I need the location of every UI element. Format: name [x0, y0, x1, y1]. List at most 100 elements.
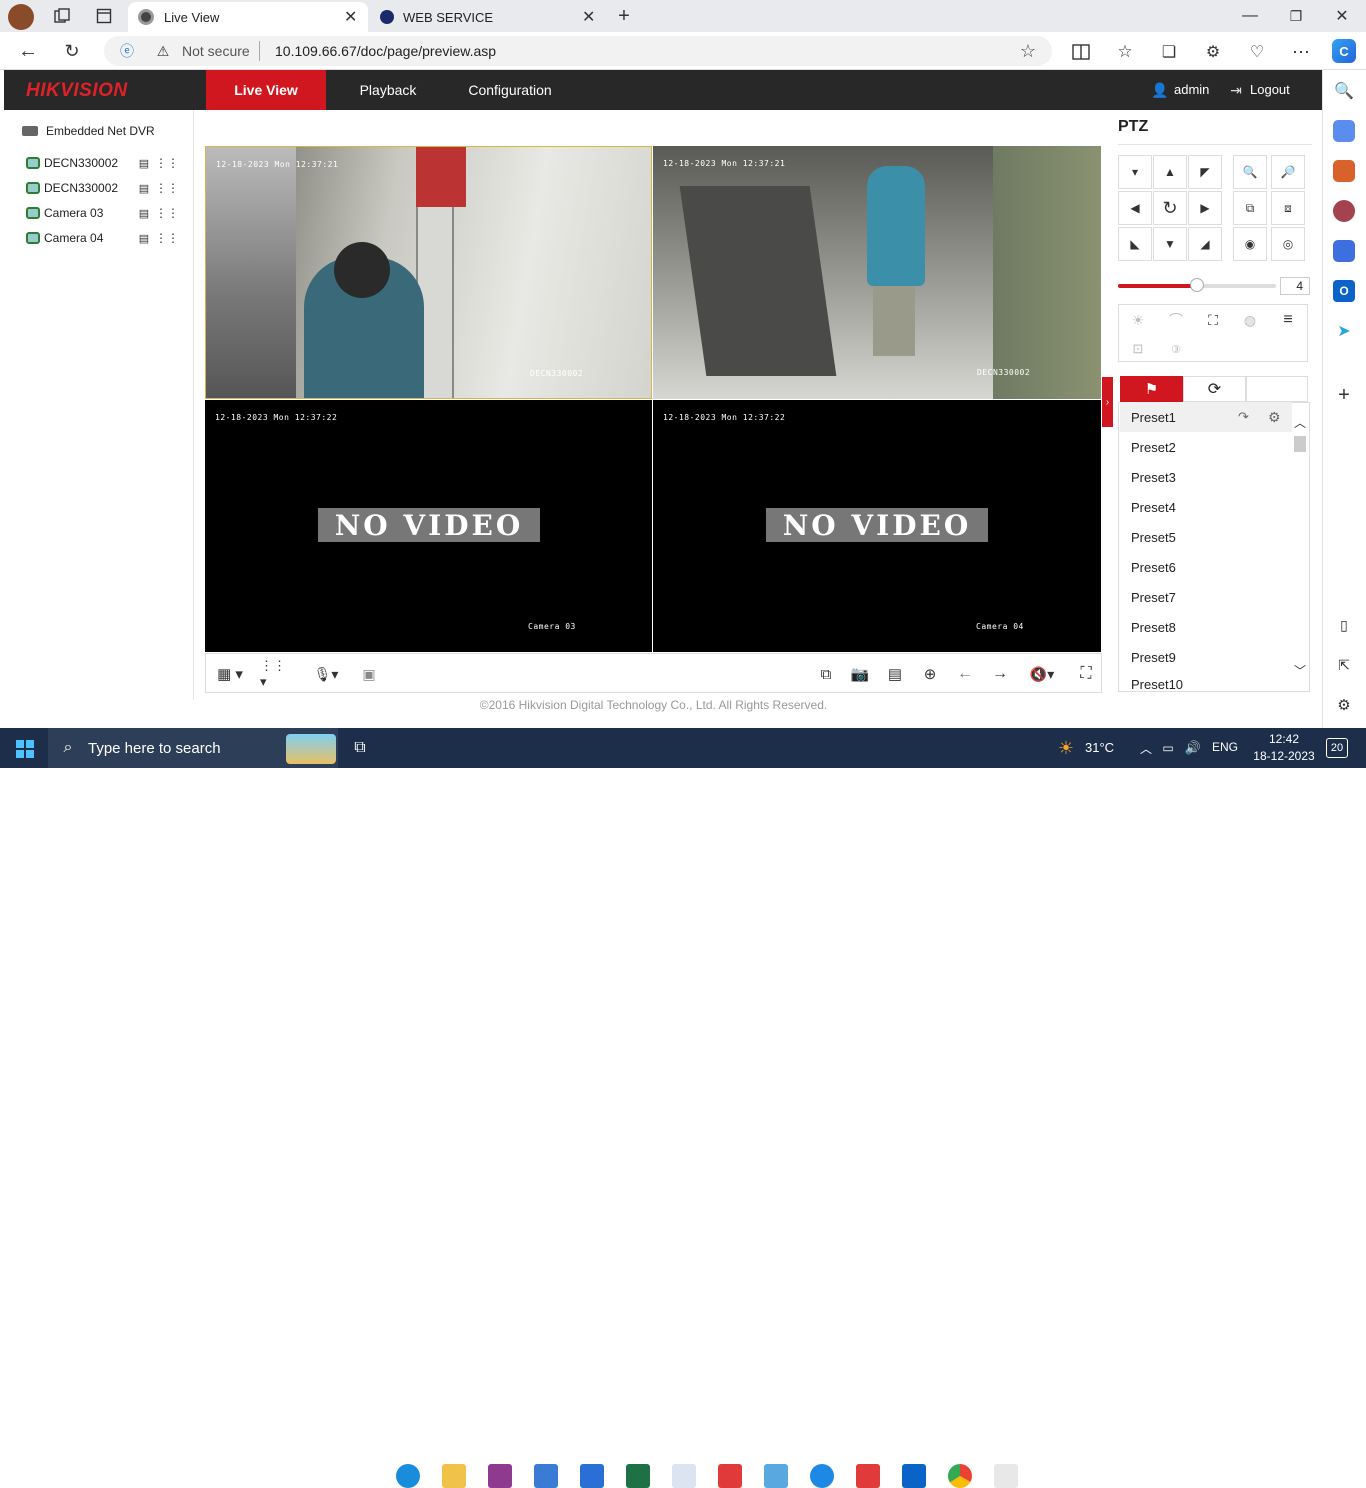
stop-all-preview-icon[interactable]: ⧉	[814, 664, 838, 684]
tree-root[interactable]: Embedded Net DVR	[22, 124, 155, 138]
record-icon[interactable]: ▤	[137, 182, 151, 195]
favorite-star-icon[interactable]: ☆	[1018, 41, 1038, 61]
nav-playback[interactable]: Playback	[344, 70, 432, 110]
chrome-icon[interactable]	[948, 1464, 972, 1488]
games-icon[interactable]	[1333, 200, 1355, 222]
iris-close-icon[interactable]: ◎	[1271, 227, 1305, 261]
speed-slider[interactable]	[1118, 278, 1276, 292]
favorites-icon[interactable]: ☆	[1114, 41, 1136, 63]
menu-icon[interactable]: ≡	[1277, 310, 1299, 330]
back-icon[interactable]: ←	[16, 39, 40, 63]
security-label[interactable]: Not secure	[182, 43, 250, 59]
volume-muted-icon[interactable]: 🔇▾	[1024, 664, 1060, 684]
previous-page-icon[interactable]: ←	[953, 664, 977, 684]
capture-icon[interactable]: 📷	[848, 664, 872, 684]
record-icon[interactable]: ▤	[137, 232, 151, 245]
app-window-icon[interactable]	[672, 1464, 696, 1488]
record-icon[interactable]: ▤	[137, 157, 151, 170]
window-layout-icon[interactable]: ▦ ▾	[212, 664, 248, 684]
refresh-icon[interactable]: ↻	[60, 39, 84, 63]
list-item[interactable]: Preset10	[1120, 672, 1292, 692]
camera-row[interactable]: Camera 03	[26, 203, 103, 223]
mail-icon[interactable]	[580, 1464, 604, 1488]
clock-date[interactable]: 18-12-2023	[1250, 749, 1318, 763]
stream-menu-icon[interactable]: ⋮⋮	[155, 231, 179, 245]
add-icon[interactable]: +	[1333, 384, 1355, 406]
record-all-icon[interactable]: ▤	[883, 664, 907, 684]
tools-icon[interactable]	[1333, 160, 1355, 182]
light-icon[interactable]: ☀	[1127, 310, 1149, 330]
gear-icon[interactable]: ⚙	[1268, 409, 1281, 426]
next-page-icon[interactable]: →	[988, 664, 1012, 684]
extensions-icon[interactable]: ⚙	[1202, 41, 1224, 63]
scrollbar-thumb[interactable]	[1294, 436, 1306, 452]
chevron-up-icon[interactable]: ︿	[1292, 412, 1308, 432]
video-cell-2[interactable]: 12-18-2023 Mon 12:37:21 DECN330002	[653, 146, 1101, 399]
stream-menu-icon[interactable]: ⋮⋮	[155, 181, 179, 195]
iris-open-icon[interactable]: ◉	[1233, 227, 1267, 261]
send-icon[interactable]: ➤	[1333, 320, 1355, 342]
winrar-icon[interactable]	[488, 1464, 512, 1488]
pattern-tab[interactable]	[1246, 376, 1308, 402]
speed-slider-handle[interactable]	[1190, 278, 1204, 292]
list-item[interactable]: Preset2	[1120, 432, 1292, 462]
browser-essentials-icon[interactable]: ♡	[1246, 41, 1268, 63]
camera-row[interactable]: Camera 04	[26, 228, 103, 248]
ptz-up-button[interactable]: ▲	[1153, 155, 1187, 189]
ptz-left-button[interactable]: ◀	[1118, 191, 1152, 225]
new-tab-icon[interactable]: +	[612, 4, 636, 28]
camera-row[interactable]: DECN330002	[26, 178, 118, 198]
minimize-icon[interactable]: —	[1238, 4, 1262, 28]
speed-value[interactable]: 4	[1280, 277, 1310, 295]
split-screen-icon[interactable]	[1070, 41, 1092, 63]
window-close-icon[interactable]: ✕	[1330, 4, 1354, 28]
windows-start-icon[interactable]	[14, 738, 36, 760]
record-icon[interactable]: ▤	[137, 207, 151, 220]
list-item[interactable]: Preset5	[1120, 522, 1292, 552]
ptz-down-right-button[interactable]: ◢	[1188, 227, 1222, 261]
username[interactable]: admin	[1174, 82, 1209, 97]
profile-avatar[interactable]	[8, 4, 34, 30]
shopping-icon[interactable]	[1333, 120, 1355, 142]
manual-tracking-icon[interactable]: ⊡	[1127, 339, 1149, 359]
ptz-down-button[interactable]: ▼	[1153, 227, 1187, 261]
remote-desktop-icon[interactable]	[764, 1464, 788, 1488]
preset-scrollbar[interactable]: ︿ ﹀	[1292, 412, 1308, 680]
volume-icon[interactable]: 🔊	[1184, 738, 1202, 758]
url-field[interactable]: ⓔ ⚠ Not secure 10.109.66.67/doc/page/pre…	[104, 36, 1052, 66]
zoom-icon[interactable]: ⊕	[918, 664, 942, 684]
collections-icon[interactable]	[52, 6, 72, 26]
sidebar-toggle-icon[interactable]: ▯	[1333, 614, 1355, 636]
outlook-icon[interactable]: O	[1333, 280, 1355, 302]
store-icon[interactable]	[534, 1464, 558, 1488]
tab-live-view[interactable]: Live View ✕	[128, 2, 368, 32]
external-link-icon[interactable]: ⇱	[1333, 654, 1355, 676]
outlook-taskbar-icon[interactable]	[902, 1464, 926, 1488]
notifications-badge[interactable]: 20	[1326, 738, 1348, 758]
logout-link[interactable]: Logout	[1250, 82, 1290, 97]
copilot-icon[interactable]: C	[1332, 39, 1356, 63]
weather-icon[interactable]: ☀	[1052, 736, 1080, 760]
focus-near-icon[interactable]: ⧉	[1233, 191, 1267, 225]
list-item[interactable]: Preset1 ↷ ⚙	[1120, 402, 1292, 432]
search-icon[interactable]: 🔍	[1333, 80, 1355, 102]
ptz-right-button[interactable]: ▶	[1188, 191, 1222, 225]
audio-talk-icon[interactable]: ▣	[358, 664, 380, 684]
search-box[interactable]: ⌕ Type here to search	[48, 728, 338, 768]
list-item[interactable]: Preset7	[1120, 582, 1292, 612]
list-item[interactable]: Preset6	[1120, 552, 1292, 582]
ptz-up-left-button[interactable]: ▾	[1118, 155, 1152, 189]
network-icon[interactable]: ▭	[1160, 738, 1176, 758]
ie-mode-icon[interactable]: ⓔ	[118, 42, 136, 60]
video-cell-3[interactable]: 12-18-2023 Mon 12:37:22 NO VIDEO Camera …	[205, 400, 652, 652]
video-cell-4[interactable]: 12-18-2023 Mon 12:37:22 NO VIDEO Camera …	[653, 400, 1101, 652]
wiper-icon[interactable]: ⌒	[1165, 310, 1187, 330]
file-explorer-icon[interactable]	[442, 1464, 466, 1488]
anydesk-icon[interactable]	[856, 1464, 880, 1488]
clock-time[interactable]: 12:42	[1256, 732, 1312, 746]
3d-zoom-icon[interactable]: ③	[1165, 339, 1187, 359]
tab-actions-icon[interactable]	[94, 6, 114, 26]
anydesk-icon[interactable]	[718, 1464, 742, 1488]
excel-icon[interactable]	[626, 1464, 650, 1488]
fullscreen-icon[interactable]: ⛶	[1074, 664, 1098, 684]
